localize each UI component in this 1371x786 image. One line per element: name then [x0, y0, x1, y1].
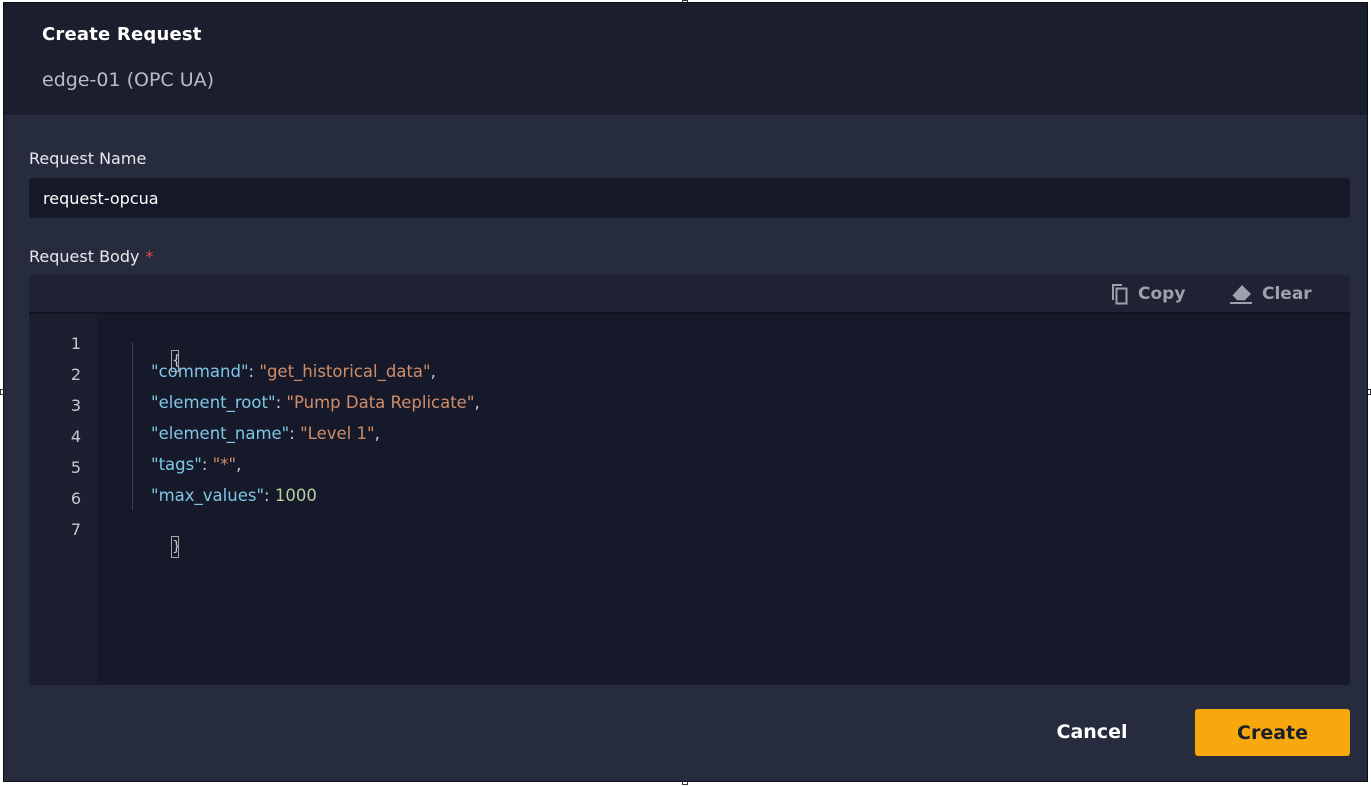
json-value: "Level 1" [300, 424, 375, 443]
json-sep: : [275, 393, 287, 412]
line-number: 3 [70, 396, 81, 415]
dialog-subtitle: edge-01 (OPC UA) [42, 69, 215, 91]
json-comma: , [430, 362, 436, 381]
code-line: "command": "get_historical_data", [151, 362, 436, 381]
line-number-gutter: 1 2 3 4 5 6 7 [29, 314, 97, 685]
clear-button[interactable]: Clear [1229, 275, 1312, 312]
json-value: 1000 [274, 486, 317, 505]
copy-icon [1112, 283, 1128, 304]
eraser-icon [1230, 284, 1252, 304]
required-marker: * [145, 247, 154, 266]
close-brace: } [170, 536, 179, 558]
json-value: "Pump Data Replicate" [286, 393, 475, 412]
code-line-close-brace: } [129, 517, 179, 577]
json-value: "get_historical_data" [259, 362, 431, 381]
json-value: "*" [212, 455, 237, 474]
cancel-button[interactable]: Cancel [1034, 709, 1150, 755]
code-line: "element_name": "Level 1", [151, 424, 380, 443]
dialog-title: Create Request [42, 24, 202, 45]
line-number: 1 [70, 334, 81, 353]
request-body-editor[interactable]: Copy Clear 1 2 3 4 5 6 7 { [29, 275, 1350, 685]
line-number: 7 [70, 520, 81, 539]
editor-toolbar: Copy Clear [29, 275, 1350, 314]
copy-button[interactable]: Copy [1109, 275, 1185, 312]
dialog-header: Create Request edge-01 (OPC UA) [4, 3, 1367, 115]
json-key: "max_values" [151, 486, 265, 505]
line-number: 5 [70, 458, 81, 477]
line-number: 2 [70, 365, 81, 384]
request-body-label: Request Body * [29, 247, 153, 266]
json-sep: : [289, 424, 301, 443]
code-content[interactable]: { "command": "get_historical_data", "ele… [97, 314, 1350, 685]
request-body-label-text: Request Body [29, 247, 140, 266]
json-comma: , [236, 455, 242, 474]
copy-label: Copy [1138, 283, 1186, 304]
code-line: "tags": "*", [151, 455, 241, 474]
request-name-input[interactable] [29, 178, 1350, 218]
json-comma: , [374, 424, 380, 443]
line-number: 4 [70, 427, 81, 446]
json-sep: : [201, 455, 213, 474]
create-request-dialog: Create Request edge-01 (OPC UA) Request … [3, 2, 1368, 782]
request-name-label: Request Name [29, 149, 147, 168]
json-key: "tags" [151, 455, 202, 474]
json-key: "element_root" [151, 393, 276, 412]
json-key: "element_name" [151, 424, 290, 443]
line-number: 6 [70, 489, 81, 508]
code-line: "element_root": "Pump Data Replicate", [151, 393, 480, 412]
json-sep: : [248, 362, 260, 381]
json-key: "command" [151, 362, 249, 381]
create-button[interactable]: Create [1195, 709, 1350, 756]
code-line: "max_values": 1000 [151, 486, 317, 505]
code-line-open-brace: { [129, 331, 179, 391]
json-comma: , [474, 393, 480, 412]
clear-label: Clear [1262, 283, 1312, 304]
json-sep: : [264, 486, 275, 505]
